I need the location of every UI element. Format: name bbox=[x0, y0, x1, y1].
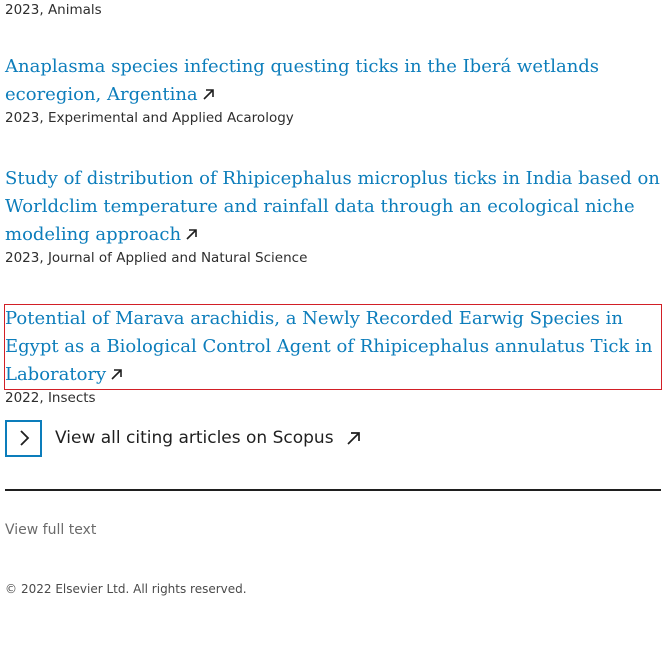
article-meta: 2022, Insects bbox=[5, 390, 96, 406]
article-title-text: Anaplasma species infecting questing tic… bbox=[5, 56, 600, 105]
article-title-text: Potential of Marava arachidis, a Newly R… bbox=[5, 308, 653, 385]
citing-article: Study of distribution of Rhipicephalus m… bbox=[5, 165, 661, 267]
citing-article: Anaplasma species infecting questing tic… bbox=[5, 53, 661, 127]
copyright-icon: © bbox=[5, 582, 17, 596]
external-link-icon bbox=[203, 89, 214, 100]
article-meta: 2023, Journal of Applied and Natural Sci… bbox=[5, 250, 308, 266]
external-link-icon bbox=[186, 229, 197, 240]
article-meta: 2023, Animals bbox=[5, 2, 102, 18]
scopus-chevron-button[interactable] bbox=[5, 419, 42, 457]
scopus-link-label[interactable]: View all citing articles on Scopus bbox=[55, 428, 334, 448]
citing-article: Potential of Marava arachidis, a Newly R… bbox=[4, 304, 662, 407]
external-link-icon bbox=[111, 369, 123, 380]
chevron-right-icon bbox=[19, 430, 29, 446]
article-meta: 2023, Experimental and Applied Acarology bbox=[5, 110, 294, 126]
article-title-link[interactable]: Potential of Marava arachidis, a Newly R… bbox=[4, 304, 662, 390]
article-title-text: Study of distribution of Rhipicephalus m… bbox=[5, 168, 660, 245]
section-divider bbox=[5, 489, 661, 491]
copyright-notice: © 2022 Elsevier Ltd. All rights reserved… bbox=[5, 582, 247, 596]
external-link-icon bbox=[346, 431, 360, 445]
copyright-text: 2022 Elsevier Ltd. All rights reserved. bbox=[21, 582, 247, 596]
article-title-link[interactable]: Study of distribution of Rhipicephalus m… bbox=[5, 165, 661, 249]
view-all-scopus-link[interactable]: View all citing articles on Scopus bbox=[5, 418, 361, 458]
view-full-text-link[interactable]: View full text bbox=[5, 522, 96, 538]
article-title-link[interactable]: Anaplasma species infecting questing tic… bbox=[5, 53, 661, 109]
